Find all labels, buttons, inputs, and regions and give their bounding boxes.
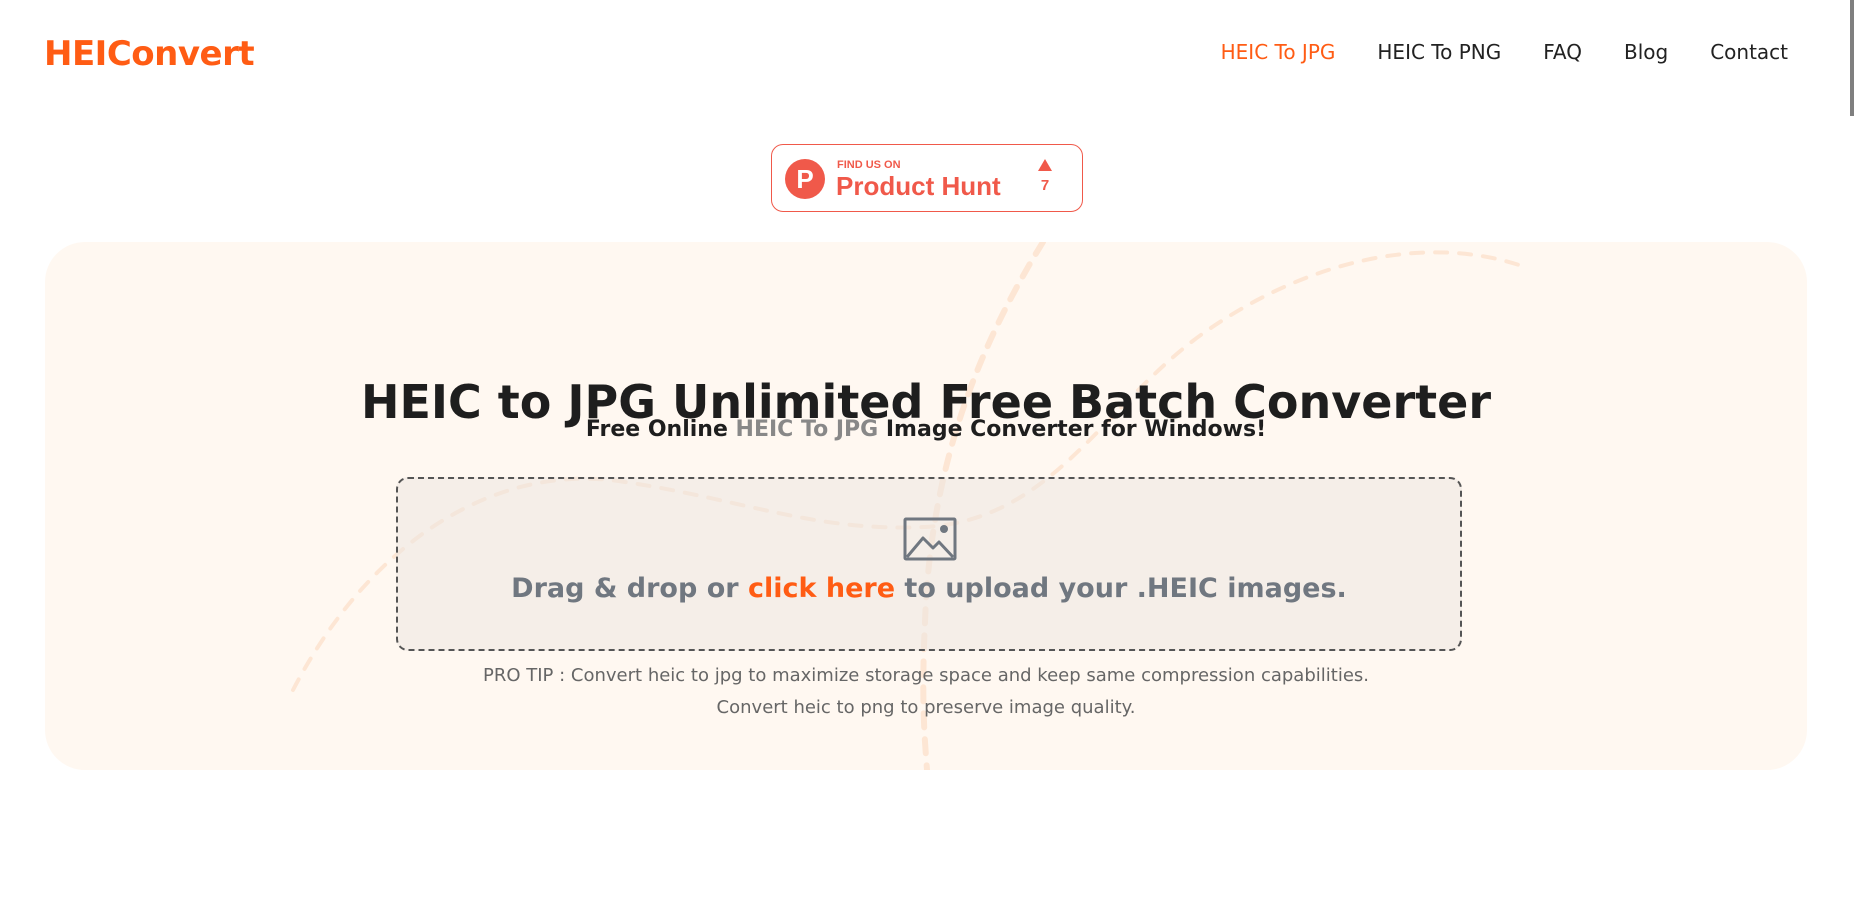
- dropzone-text-prefix: Drag & drop or: [511, 573, 748, 604]
- scrollbar-thumb[interactable]: [1850, 0, 1854, 116]
- nav-item-blog[interactable]: Blog: [1624, 40, 1668, 64]
- dropzone-text: Drag & drop or click here to upload your…: [398, 573, 1460, 604]
- subtitle-prefix: Free Online: [585, 417, 736, 442]
- upload-dropzone[interactable]: Drag & drop or click here to upload your…: [396, 477, 1462, 651]
- subtitle-highlight: HEIC To JPG: [735, 417, 879, 442]
- pro-tip-line-2: Convert heic to png to preserve image qu…: [716, 697, 1136, 718]
- page-subtitle: Free Online HEIC To JPG Image Converter …: [45, 417, 1807, 442]
- product-hunt-find-us-text: FIND US ON: [837, 159, 901, 171]
- nav-item-faq[interactable]: FAQ: [1543, 40, 1582, 64]
- nav-item-contact[interactable]: Contact: [1710, 40, 1788, 64]
- product-hunt-logo-icon: P: [785, 159, 825, 199]
- main-nav: HEIC To JPG HEIC To PNG FAQ Blog Contact: [1221, 40, 1788, 64]
- click-here-link[interactable]: click here: [748, 573, 895, 604]
- image-icon: [903, 517, 957, 561]
- upvote-arrow-icon: [1038, 159, 1052, 171]
- pro-tip: PRO TIP : Convert heic to jpg to maximiz…: [45, 660, 1807, 724]
- nav-item-heic-to-png[interactable]: HEIC To PNG: [1377, 40, 1501, 64]
- product-hunt-name-text: Product Hunt: [836, 171, 1001, 201]
- hero-section: HEIC to JPG Unlimited Free Batch Convert…: [45, 242, 1807, 770]
- subtitle-suffix: Image Converter for Windows!: [878, 417, 1267, 442]
- page-scrollbar[interactable]: [1848, 0, 1854, 908]
- product-hunt-badge[interactable]: P FIND US ON Product Hunt 7: [771, 144, 1083, 212]
- dropzone-text-suffix: to upload your .HEIC images.: [895, 573, 1347, 604]
- site-header: HEIConvert HEIC To JPG HEIC To PNG FAQ B…: [0, 0, 1854, 110]
- pro-tip-line-1: PRO TIP : Convert heic to jpg to maximiz…: [483, 665, 1369, 686]
- site-logo[interactable]: HEIConvert: [44, 34, 255, 74]
- nav-item-heic-to-jpg[interactable]: HEIC To JPG: [1221, 40, 1336, 64]
- upvote-count: 7: [1040, 177, 1050, 194]
